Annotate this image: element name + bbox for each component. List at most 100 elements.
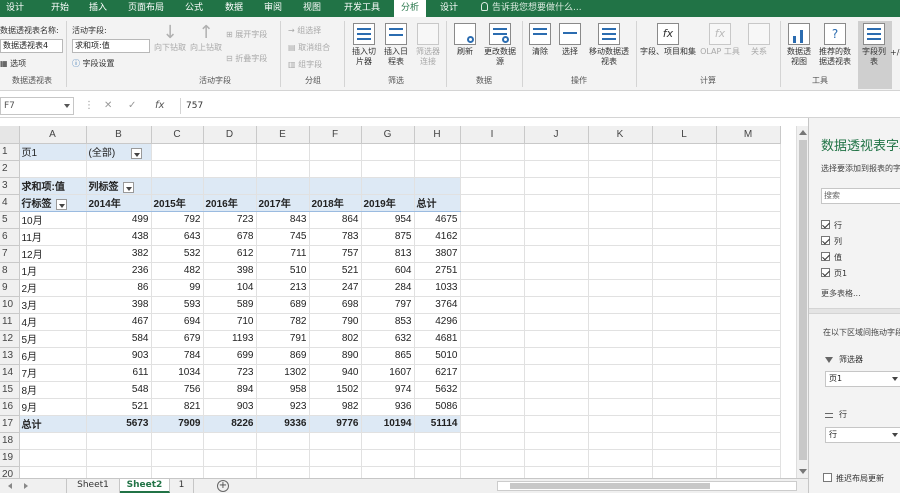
value-cell[interactable]: 86 xyxy=(86,279,152,297)
cell[interactable] xyxy=(524,415,589,433)
cell[interactable] xyxy=(524,245,589,263)
cell[interactable] xyxy=(652,279,717,297)
row-header[interactable]: 7 xyxy=(0,245,20,263)
cell[interactable] xyxy=(652,330,717,348)
cell[interactable] xyxy=(588,143,653,161)
select-button[interactable]: 选择 xyxy=(556,23,584,57)
cell[interactable] xyxy=(716,364,781,382)
row-header[interactable]: 2 xyxy=(0,160,20,178)
row-header[interactable]: 11 xyxy=(0,313,20,331)
cell[interactable] xyxy=(588,296,653,314)
cell[interactable] xyxy=(256,143,310,161)
plus-minus-button[interactable]: +/-按钮 xyxy=(890,47,900,58)
tell-me-search[interactable]: 告诉我您想要做什么... xyxy=(481,0,582,17)
value-cell[interactable]: 843 xyxy=(256,211,310,229)
cell[interactable] xyxy=(524,228,589,246)
value-cell[interactable]: 784 xyxy=(151,347,204,365)
cell[interactable] xyxy=(716,194,781,212)
cell[interactable] xyxy=(361,177,415,195)
cell[interactable] xyxy=(309,143,362,161)
value-cell[interactable]: 1502 xyxy=(309,381,362,399)
value-cell[interactable]: 284 xyxy=(361,279,415,297)
row-label-cell[interactable]: 2月 xyxy=(19,279,87,297)
row-label-cell[interactable]: 11月 xyxy=(19,228,87,246)
cell[interactable] xyxy=(588,194,653,212)
column-header[interactable]: H xyxy=(414,126,461,144)
cell[interactable] xyxy=(524,347,589,365)
cell[interactable] xyxy=(203,143,257,161)
drill-down-button[interactable]: ↓ 向下钻取 xyxy=(152,23,188,53)
value-cell[interactable]: 4162 xyxy=(414,228,461,246)
year-header[interactable]: 2014年 xyxy=(86,194,152,212)
value-cell[interactable]: 398 xyxy=(86,296,152,314)
cell[interactable] xyxy=(256,432,310,450)
value-cell[interactable]: 6217 xyxy=(414,364,461,382)
grand-total-cell[interactable]: 9336 xyxy=(256,414,310,433)
cell[interactable] xyxy=(460,330,525,348)
value-cell[interactable]: 940 xyxy=(309,364,362,382)
value-cell[interactable]: 689 xyxy=(256,296,310,314)
grand-total-cell[interactable]: 5673 xyxy=(86,414,152,433)
cell[interactable] xyxy=(716,347,781,365)
column-header[interactable]: L xyxy=(652,126,717,144)
relationships-button[interactable]: 关系 xyxy=(744,23,774,57)
cell[interactable] xyxy=(588,347,653,365)
cell[interactable] xyxy=(19,432,87,450)
value-cell[interactable]: 104 xyxy=(203,279,257,297)
filter-connections-button[interactable]: 筛选器连接 xyxy=(413,23,443,67)
cell[interactable] xyxy=(460,466,525,478)
row-header[interactable]: 13 xyxy=(0,347,20,365)
value-cell[interactable]: 756 xyxy=(151,381,204,399)
tab-review[interactable]: 审阅 xyxy=(257,0,289,17)
refresh-button[interactable]: 刷新 xyxy=(450,23,480,57)
cell[interactable] xyxy=(460,347,525,365)
value-cell[interactable]: 710 xyxy=(203,313,257,331)
cell[interactable] xyxy=(203,449,257,467)
cell[interactable] xyxy=(414,143,461,161)
column-labels[interactable]: 列标签 xyxy=(86,177,152,195)
column-header[interactable]: B xyxy=(86,126,152,144)
cell[interactable] xyxy=(460,381,525,399)
checkbox-icon[interactable] xyxy=(821,220,830,229)
cell[interactable] xyxy=(588,432,653,450)
tab-data[interactable]: 数据 xyxy=(218,0,250,17)
cell[interactable] xyxy=(19,160,87,178)
cell[interactable] xyxy=(203,177,257,195)
value-cell[interactable]: 875 xyxy=(361,228,415,246)
field-value[interactable]: 值 xyxy=(821,252,842,263)
insert-slicer-button[interactable]: 插入切片器 xyxy=(349,23,379,67)
value-cell[interactable]: 438 xyxy=(86,228,152,246)
value-cell[interactable]: 611 xyxy=(86,364,152,382)
cell[interactable] xyxy=(588,466,653,478)
options-button[interactable]: ▦ 选项 xyxy=(0,58,26,69)
cell[interactable] xyxy=(361,466,415,478)
value-cell[interactable]: 864 xyxy=(309,211,362,229)
tab-page-layout[interactable]: 页面布局 xyxy=(122,0,170,17)
expand-field-button[interactable]: ⊞ 展开字段 xyxy=(226,29,267,40)
row-label-cell[interactable]: 12月 xyxy=(19,245,87,263)
value-cell[interactable]: 1607 xyxy=(361,364,415,382)
value-cell[interactable]: 958 xyxy=(256,381,310,399)
cell[interactable] xyxy=(716,279,781,297)
row-header[interactable]: 18 xyxy=(0,432,20,450)
grand-total-header[interactable]: 总计 xyxy=(414,194,461,212)
tab-developer[interactable]: 开发工具 xyxy=(336,0,388,17)
value-cell[interactable]: 213 xyxy=(256,279,310,297)
row-label-cell[interactable]: 3月 xyxy=(19,296,87,314)
cell[interactable] xyxy=(652,211,717,229)
cell[interactable] xyxy=(588,415,653,433)
cell[interactable] xyxy=(460,313,525,331)
sum-label[interactable]: 求和项:值 xyxy=(19,177,87,195)
value-cell[interactable]: 723 xyxy=(203,364,257,382)
cell[interactable] xyxy=(460,194,525,212)
formula-input[interactable]: 757 xyxy=(186,99,203,113)
recommended-pivots-button[interactable]: ? 推荐的数据透视表 xyxy=(816,23,854,67)
cell[interactable] xyxy=(256,177,310,195)
value-cell[interactable]: 678 xyxy=(203,228,257,246)
value-cell[interactable]: 802 xyxy=(309,330,362,348)
more-tables-link[interactable]: 更多表格... xyxy=(821,288,861,299)
worksheet-grid[interactable]: A B C D E F G H I J K L M 1 页1 (全部) 2 3 … xyxy=(0,126,808,478)
checkbox-icon[interactable] xyxy=(821,268,830,277)
cell[interactable] xyxy=(652,194,717,212)
cell[interactable] xyxy=(203,160,257,178)
